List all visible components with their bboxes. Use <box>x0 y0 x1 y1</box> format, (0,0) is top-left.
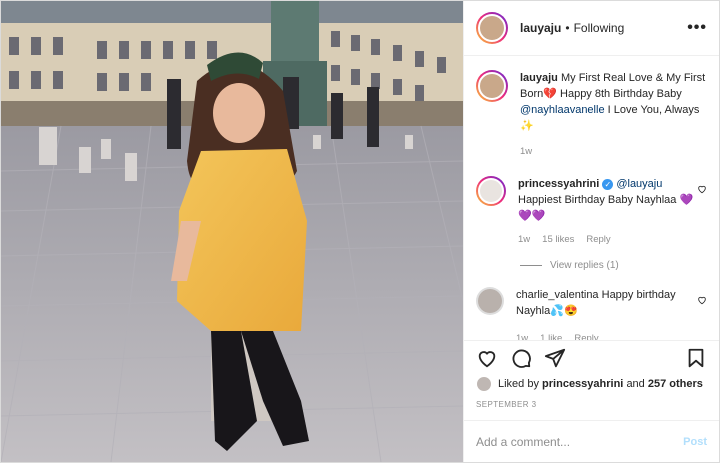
liked-by-prefix: Liked by <box>498 378 539 390</box>
comment-bubble-icon[interactable] <box>510 347 532 369</box>
caption-body: lauyaju My First Real Love & My First Bo… <box>520 70 706 160</box>
view-replies-label: View replies (1) <box>550 260 619 271</box>
sparkle-emoji: ✨ <box>520 120 534 132</box>
caption-meta: 1w <box>520 144 706 160</box>
comment-mention[interactable]: @lauyaju <box>616 178 662 190</box>
add-comment-bar: Post <box>464 420 719 462</box>
view-replies-button[interactable]: View replies (1) <box>520 260 707 271</box>
post-photo[interactable] <box>1 1 463 462</box>
others-count[interactable]: 257 others <box>648 378 703 390</box>
caption-text-2: Happy 8th Birthday Baby <box>556 88 682 100</box>
caption-text-3: I Love You, Always <box>604 104 700 116</box>
follow-status[interactable]: Following <box>574 21 625 35</box>
share-paper-plane-icon[interactable] <box>544 347 566 369</box>
more-options-icon[interactable]: ••• <box>687 19 707 37</box>
caption-mention[interactable]: @nayhlaavanelle <box>520 104 605 116</box>
comment-likes[interactable]: 15 likes <box>542 232 574 248</box>
caption-row: lauyaju My First Real Love & My First Bo… <box>476 70 707 160</box>
comment-username[interactable]: princessyahrini <box>518 178 599 190</box>
comment-text: Happiest Birthday Baby Nayhlaa <box>518 194 677 206</box>
comment-row: princessyahrini ✓ @lauyaju Happiest Birthd… <box>476 176 707 248</box>
likes-connector: and <box>626 378 645 390</box>
comment-time[interactable]: 1w <box>516 331 528 340</box>
post-date[interactable]: SEPTEMBER 3 <box>464 392 719 420</box>
comment-meta: 1w 15 likes Reply <box>518 232 704 248</box>
caption-emoji: 💔 <box>543 88 557 100</box>
commenter-avatar[interactable] <box>476 287 504 315</box>
add-comment-input[interactable] <box>476 434 684 449</box>
liker-username[interactable]: princessyahrini <box>542 378 623 390</box>
comment-body: charlie_valentina Happy birthday Nayhla💦… <box>516 287 702 340</box>
caption-avatar[interactable] <box>476 70 508 102</box>
comment-emoji: 💦😍 <box>550 305 578 317</box>
reply-button[interactable]: Reply <box>586 232 610 248</box>
bookmark-icon[interactable] <box>685 347 707 369</box>
author-avatar[interactable] <box>476 12 508 44</box>
like-heart-icon[interactable] <box>476 347 498 369</box>
caption-time[interactable]: 1w <box>520 144 532 160</box>
comment-likes[interactable]: 1 like <box>540 331 562 340</box>
post-header: lauyaju • Following ••• <box>464 1 719 56</box>
comment-meta: 1w 1 like Reply <box>516 331 702 340</box>
post-sidebar: lauyaju • Following ••• lauyaju My First… <box>463 1 719 462</box>
replies-divider <box>520 265 542 266</box>
comment-row: charlie_valentina Happy birthday Nayhla💦… <box>476 287 707 340</box>
caption-username[interactable]: lauyaju <box>520 72 558 84</box>
like-comment-heart-icon[interactable] <box>697 184 707 194</box>
comments-section: lauyaju My First Real Love & My First Bo… <box>464 56 719 340</box>
comment-username[interactable]: charlie_valentina <box>516 289 599 301</box>
instagram-post: lauyaju • Following ••• lauyaju My First… <box>0 0 720 463</box>
commenter-avatar[interactable] <box>476 176 506 206</box>
verified-badge-icon: ✓ <box>602 178 614 190</box>
post-actions <box>464 340 719 374</box>
like-comment-heart-icon[interactable] <box>697 295 707 305</box>
comment-body: princessyahrini ✓ @lauyaju Happiest Birthd… <box>518 176 704 248</box>
header-separator: • <box>565 21 570 35</box>
author-username[interactable]: lauyaju <box>520 21 561 35</box>
liker-avatar[interactable] <box>476 376 492 392</box>
post-comment-button[interactable]: Post <box>683 436 707 448</box>
photo-illustration <box>1 1 463 462</box>
likes-summary: Liked by princessyahrini and 257 others <box>464 374 719 392</box>
reply-button[interactable]: Reply <box>574 331 598 340</box>
comment-time[interactable]: 1w <box>518 232 530 248</box>
